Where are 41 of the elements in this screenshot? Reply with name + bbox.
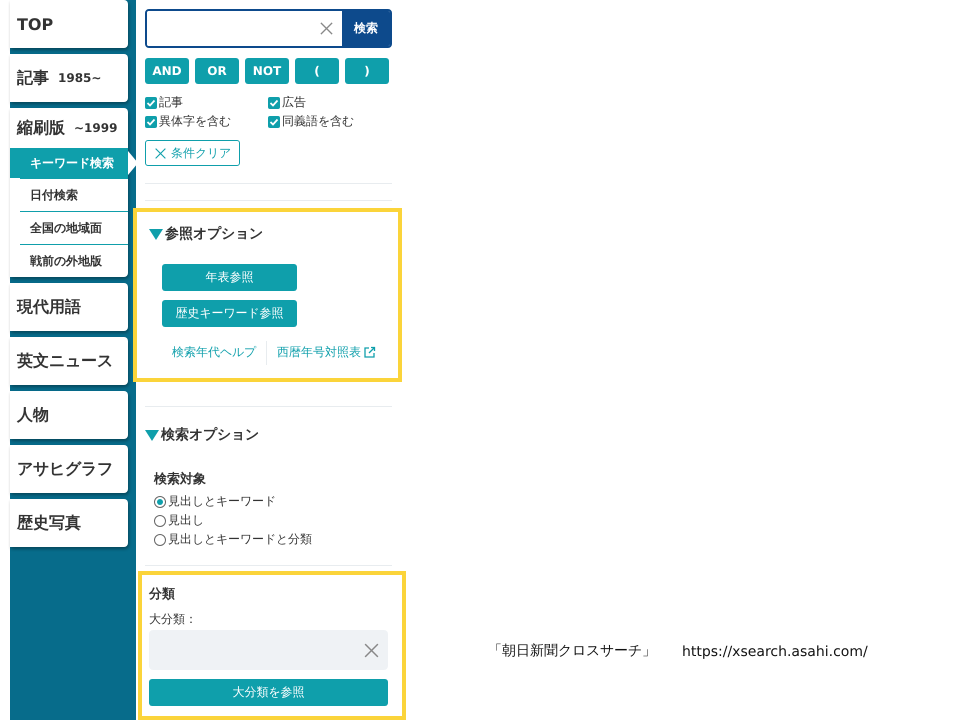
section-toggle[interactable]: 検索オプション	[145, 426, 392, 444]
pointer-icon	[128, 151, 138, 175]
sidebar-tab[interactable]: 英文ニュース	[10, 337, 128, 385]
sidebar-tab[interactable]: 人物	[10, 391, 128, 439]
checkbox[interactable]	[268, 96, 280, 109]
sidebar-item[interactable]: 縮刷版	[17, 118, 65, 138]
checkbox[interactable]	[268, 116, 280, 128]
close-icon[interactable]	[154, 146, 167, 160]
sidebar-tab[interactable]: 歴史写真	[10, 499, 128, 547]
radio-button[interactable]	[154, 514, 166, 526]
field-label: 大分類：	[149, 611, 198, 628]
close-icon[interactable]	[319, 21, 334, 36]
radio-button[interactable]	[154, 534, 166, 546]
checkbox-label: 異体字を含む	[159, 113, 231, 130]
year-note: ~1999	[74, 121, 118, 135]
sidebar-tab[interactable]: 現代用語	[10, 283, 128, 331]
url-text: https://xsearch.asahi.com/	[682, 644, 868, 660]
sidebar-tab[interactable]: 記事 1985~	[10, 54, 128, 102]
sidebar-tab[interactable]: TOP	[10, 0, 128, 48]
radio-button[interactable]	[154, 496, 166, 508]
radio-label: 見出し	[168, 512, 204, 529]
search-field[interactable]: 検索	[145, 9, 392, 48]
checkbox-label: 記事	[159, 94, 183, 112]
section-title: 分類	[149, 586, 176, 603]
radio-label: 見出しとキーワード	[168, 493, 276, 510]
checkbox[interactable]	[145, 96, 157, 109]
checkbox-label: 広告	[282, 94, 306, 112]
checkbox[interactable]	[145, 116, 157, 128]
section-toggle[interactable]: 参照オプション	[149, 224, 388, 243]
checkbox-label: 同義語を含む	[282, 113, 354, 130]
caption: 「朝日新聞クロスサーチ」	[488, 642, 656, 660]
external-link-icon	[363, 346, 376, 360]
sidebar-subitem[interactable]: 全国の地域面	[20, 211, 128, 244]
sidebar-subitem[interactable]: 日付検索	[20, 178, 128, 211]
search-button[interactable]: 検索	[342, 11, 390, 46]
sidebar-subitem[interactable]: 戦前の外地版	[20, 244, 128, 277]
close-icon[interactable]	[363, 642, 380, 658]
field-label: 検索対象	[154, 470, 207, 488]
radio-label: 見出しとキーワードと分類	[168, 531, 312, 548]
select-field[interactable]	[149, 630, 388, 670]
sidebar-tab[interactable]: アサヒグラフ	[10, 445, 128, 493]
